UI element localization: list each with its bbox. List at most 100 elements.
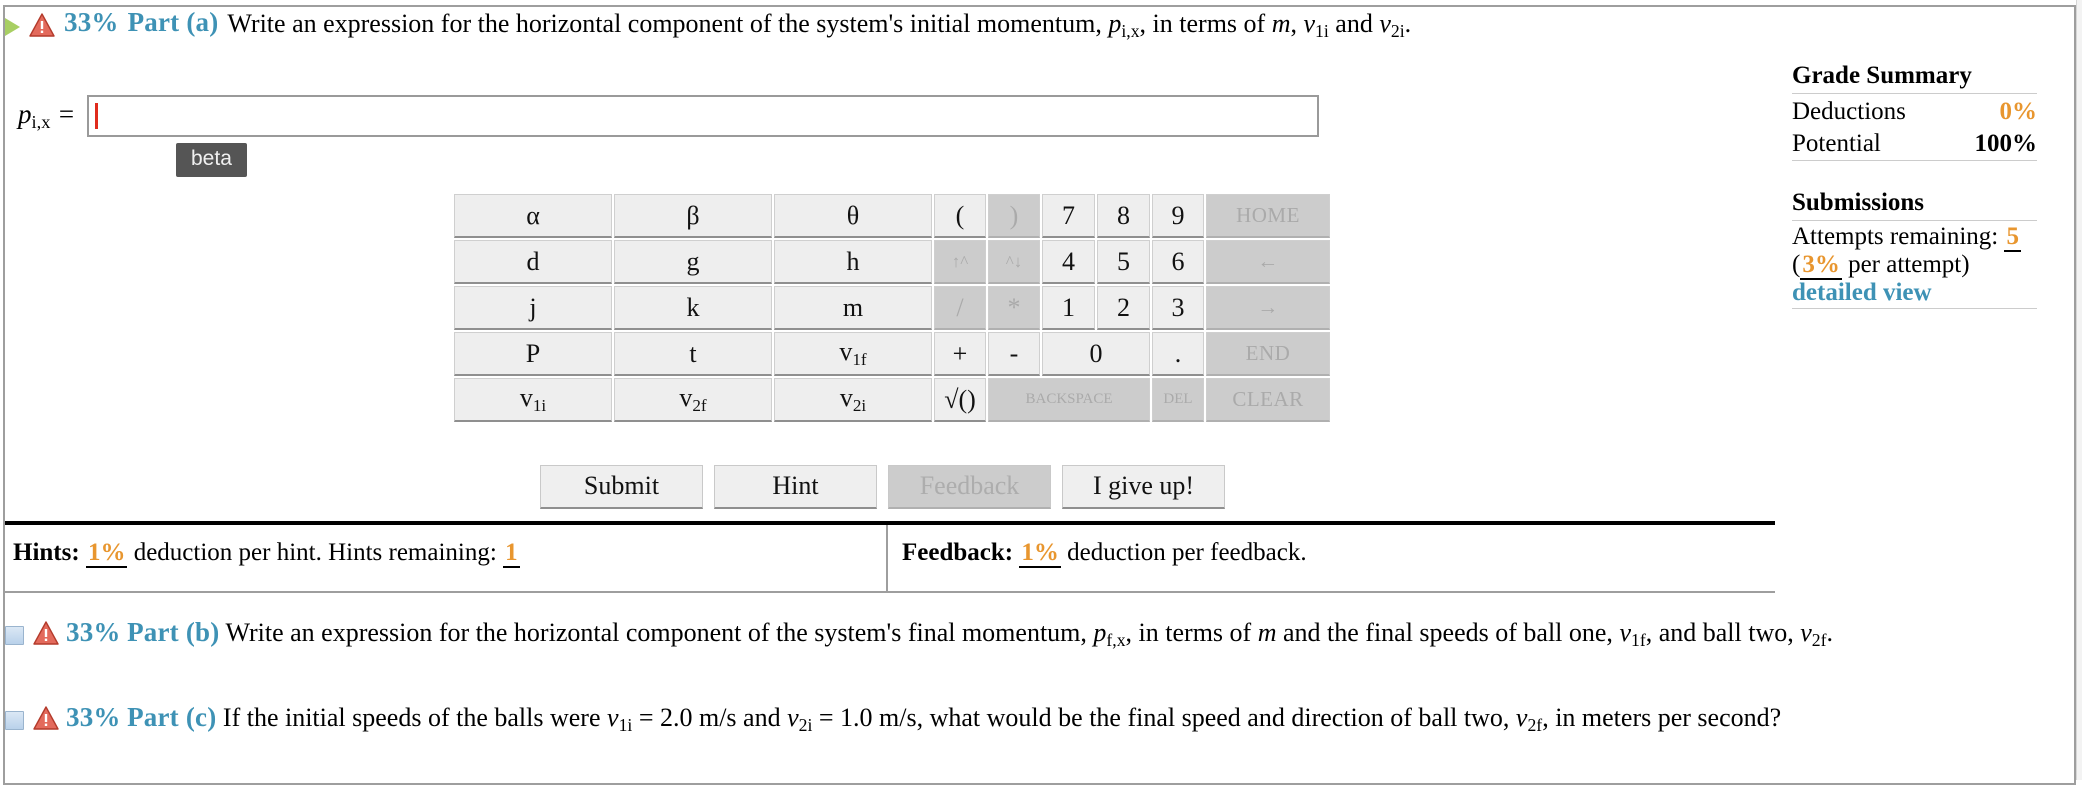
- key-P[interactable]: P: [454, 332, 612, 376]
- deductions-value: 0%: [1999, 98, 2038, 125]
- deductions-row: Deductions 0%: [1792, 96, 2037, 128]
- key-v1f[interactable]: v1f: [774, 332, 932, 376]
- part-b-var-v2-sub: 2f: [1811, 629, 1827, 650]
- part-a-text-4: and: [1328, 9, 1380, 38]
- part-b-text-5: .: [1826, 618, 1834, 647]
- key-v2i[interactable]: v2i: [774, 378, 932, 422]
- key-d[interactable]: d: [454, 240, 612, 284]
- part-a-var-p-sub: i,x: [1121, 20, 1140, 41]
- expand-triangle-icon[interactable]: [5, 18, 20, 36]
- part-b-section[interactable]: 33% Part (b) Write an expression for the…: [5, 615, 2045, 652]
- keypad-row: j k m / * 1 2 3 →: [454, 286, 1330, 330]
- expand-square-icon[interactable]: [5, 626, 24, 645]
- part-a-var-v2: v: [1379, 9, 1391, 38]
- grade-summary-title: Grade Summary: [1792, 62, 1972, 89]
- key-beta[interactable]: β: [614, 194, 772, 238]
- key-k[interactable]: k: [614, 286, 772, 330]
- key-minus[interactable]: -: [988, 332, 1040, 376]
- key-4[interactable]: 4: [1042, 240, 1095, 284]
- part-a-header[interactable]: 33% Part (a) Write an expression for the…: [5, 7, 1775, 43]
- key-2[interactable]: 2: [1097, 286, 1150, 330]
- part-b-var-m: m: [1257, 618, 1277, 647]
- hints-remaining-count: 1: [503, 539, 520, 568]
- part-b-body: 33% Part (b) Write an expression for the…: [5, 615, 2045, 652]
- key-end: END: [1206, 332, 1330, 376]
- math-keypad[interactable]: α β θ ( ) 7 8 9 HOME d g h ↑^ ^↓ 4 5 6 ←…: [452, 192, 1332, 424]
- key-m[interactable]: m: [774, 286, 932, 330]
- per-attempt-percent: 3%: [1800, 251, 1842, 280]
- key-del: DEL: [1152, 378, 1204, 422]
- key-h[interactable]: h: [774, 240, 932, 284]
- key-subscript-down: ^↓: [988, 240, 1040, 284]
- key-7[interactable]: 7: [1042, 194, 1095, 238]
- detailed-view-link[interactable]: detailed view: [1792, 279, 2037, 307]
- key-v2f[interactable]: v2f: [614, 378, 772, 422]
- key-0[interactable]: 0: [1042, 332, 1150, 376]
- deductions-label: Deductions: [1792, 98, 1906, 125]
- potential-value: 100%: [1974, 129, 2038, 157]
- per-attempt-row: (3% per attempt): [1792, 251, 2037, 280]
- key-sqrt[interactable]: √(): [934, 378, 986, 422]
- hints-text: deduction per hint. Hints remaining:: [133, 539, 497, 566]
- answer-row: pi,x =: [18, 95, 1320, 137]
- feedback-label: Feedback:: [902, 539, 1014, 566]
- part-c-section[interactable]: 33% Part (c) If the initial speeds of th…: [5, 700, 2045, 737]
- key-6[interactable]: 6: [1152, 240, 1204, 284]
- key-open-paren[interactable]: (: [934, 194, 986, 238]
- hints-feedback-bar: Hints: 1% deduction per hint. Hints rema…: [5, 525, 1775, 593]
- key-g[interactable]: g: [614, 240, 772, 284]
- part-a-text-3: ,: [1290, 9, 1304, 38]
- key-theta[interactable]: θ: [774, 194, 932, 238]
- key-3[interactable]: 3: [1152, 286, 1204, 330]
- key-9[interactable]: 9: [1152, 194, 1204, 238]
- part-c-label: Part (c): [127, 702, 217, 732]
- divider: [1792, 160, 2037, 161]
- key-decimal-point[interactable]: .: [1152, 332, 1204, 376]
- part-c-var-v1: v: [607, 703, 619, 732]
- key-5[interactable]: 5: [1097, 240, 1150, 284]
- key-arrow-right: →: [1206, 286, 1330, 330]
- key-t[interactable]: t: [614, 332, 772, 376]
- keypad-row: α β θ ( ) 7 8 9 HOME: [454, 194, 1330, 238]
- part-b-var-p-sub: f,x: [1106, 629, 1126, 650]
- key-clear: CLEAR: [1206, 378, 1330, 422]
- part-b-percent: 33%: [66, 617, 121, 647]
- attempts-label: Attempts remaining:: [1792, 223, 1999, 250]
- attempts-value: 5: [2004, 223, 2021, 252]
- answer-label-sub: i,x: [31, 112, 51, 133]
- feedback-deduction-percent: 1%: [1019, 539, 1061, 568]
- hints-deduction-percent: 1%: [85, 539, 128, 568]
- part-a-text-2: , in terms of: [1139, 9, 1272, 38]
- warning-triangle-icon: [33, 621, 59, 645]
- part-a-var-m: m: [1271, 9, 1291, 38]
- action-buttons: Submit Hint Feedback I give up!: [540, 465, 1225, 509]
- problem-page: 33% Part (a) Write an expression for the…: [0, 0, 2082, 800]
- key-8[interactable]: 8: [1097, 194, 1150, 238]
- part-b-text-3: and the final speeds of ball one,: [1276, 618, 1620, 647]
- keypad-row: v1i v2f v2i √() BACKSPACE DEL CLEAR: [454, 378, 1330, 422]
- text-caret: [95, 103, 99, 129]
- key-plus[interactable]: +: [934, 332, 986, 376]
- expand-square-icon[interactable]: [5, 711, 24, 730]
- part-b-label: Part (b): [127, 617, 220, 647]
- key-alpha[interactable]: α: [454, 194, 612, 238]
- part-b-text-4: , and ball two,: [1645, 618, 1801, 647]
- part-a-var-v1-sub: 1i: [1315, 20, 1329, 41]
- submit-button[interactable]: Submit: [540, 465, 703, 509]
- give-up-button[interactable]: I give up!: [1062, 465, 1225, 509]
- hint-button[interactable]: Hint: [714, 465, 877, 509]
- key-backspace: BACKSPACE: [988, 378, 1150, 422]
- key-home: HOME: [1206, 194, 1330, 238]
- warning-triangle-icon: [33, 706, 59, 730]
- key-v1i[interactable]: v1i: [454, 378, 612, 422]
- part-b-var-v2: v: [1800, 618, 1812, 647]
- vertical-scrollbar[interactable]: [2076, 0, 2082, 780]
- part-c-text-1: If the initial speeds of the balls were: [222, 703, 608, 732]
- per-attempt-text: per attempt): [1841, 251, 1970, 278]
- key-j[interactable]: j: [454, 286, 612, 330]
- key-1[interactable]: 1: [1042, 286, 1095, 330]
- part-a-text-5: .: [1404, 9, 1412, 38]
- keypad-row: d g h ↑^ ^↓ 4 5 6 ←: [454, 240, 1330, 284]
- answer-input[interactable]: [87, 95, 1320, 137]
